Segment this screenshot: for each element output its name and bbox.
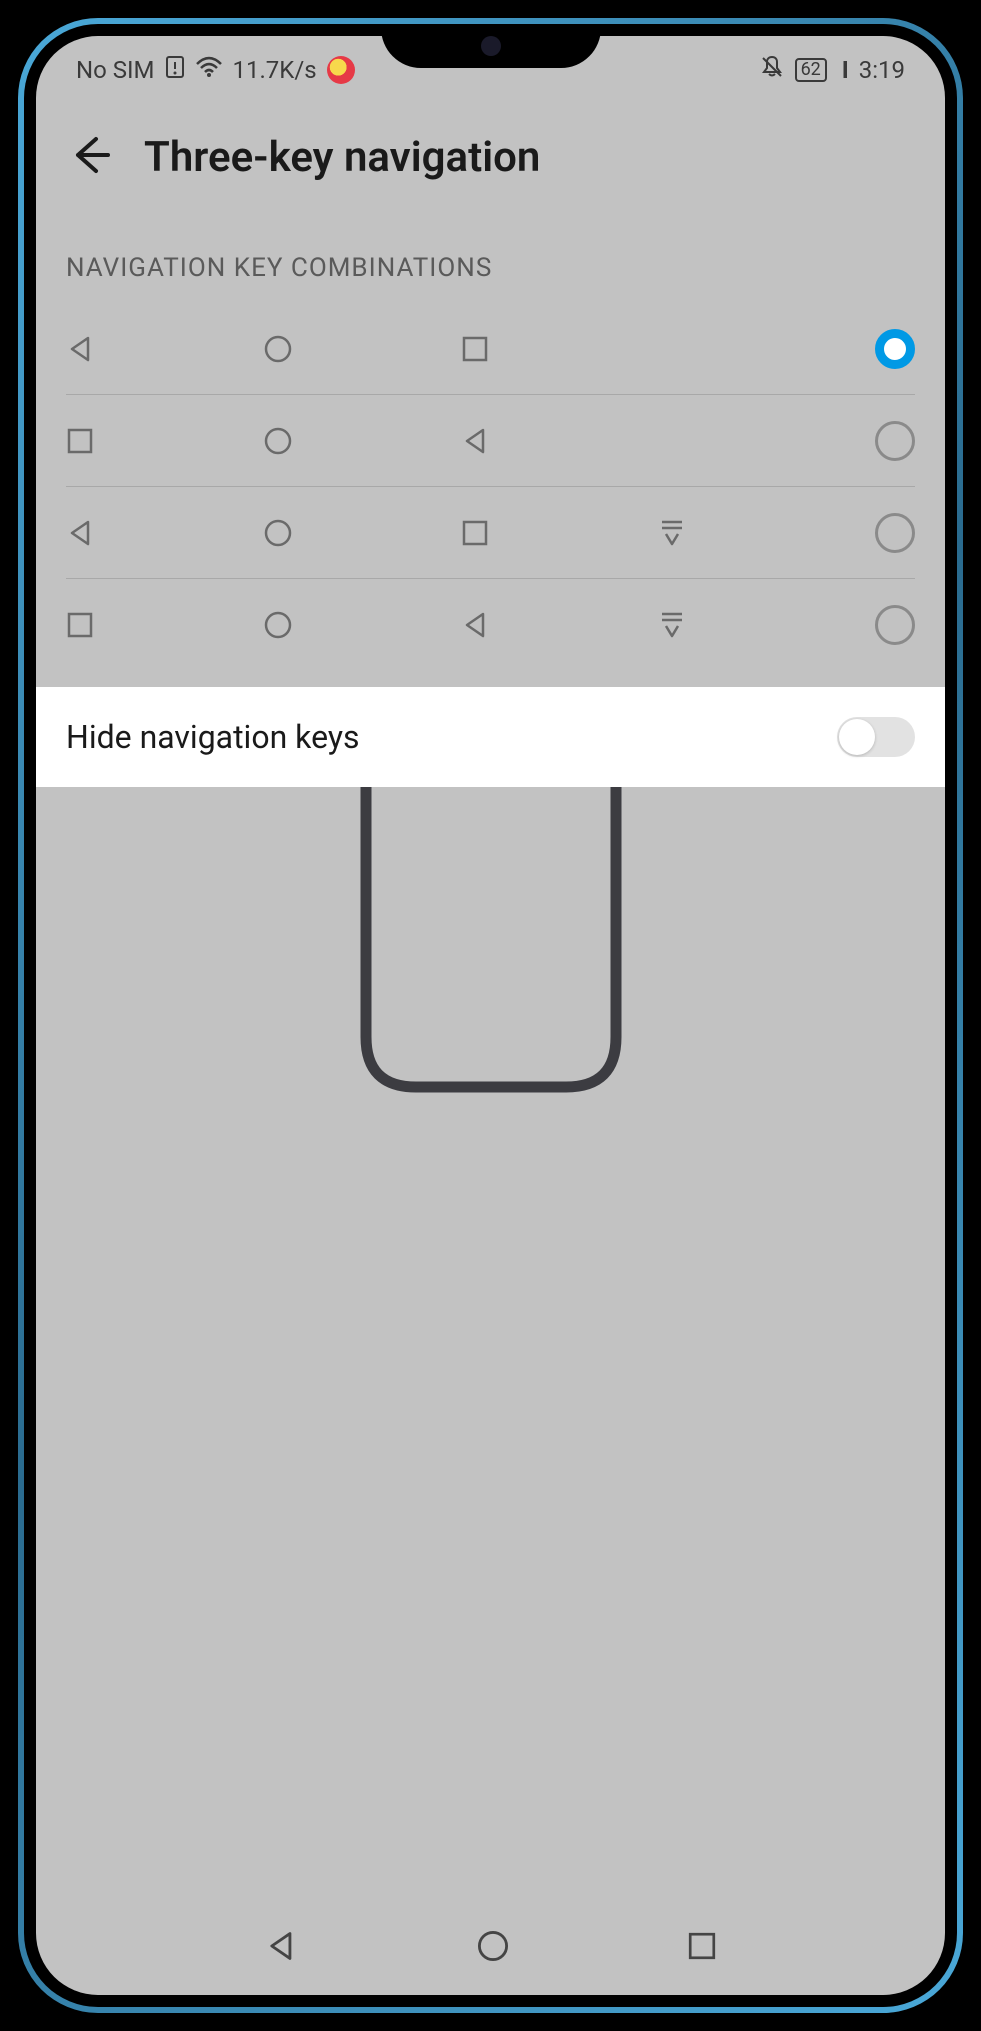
home-key-icon — [263, 426, 460, 456]
radio-option-4[interactable] — [875, 605, 915, 645]
phone-bezel-outer: No SIM 11.7K/s 62 — [18, 18, 963, 2013]
system-back-button[interactable] — [265, 1929, 299, 1967]
sim-alert-icon — [165, 55, 185, 85]
nav-option-row-2[interactable] — [66, 395, 915, 487]
phone-bezel-inner: No SIM 11.7K/s 62 — [24, 24, 957, 2007]
status-left: No SIM 11.7K/s — [76, 55, 355, 85]
back-key-icon — [66, 518, 263, 548]
battery-level: 62 — [795, 58, 827, 82]
hide-nav-toggle[interactable] — [837, 717, 915, 757]
network-speed: 11.7K/s — [233, 56, 317, 84]
nav-preview-illustration — [36, 787, 945, 1117]
nav-key-options — [36, 303, 945, 671]
nav-option-row-1[interactable] — [66, 303, 915, 395]
home-key-icon — [263, 518, 460, 548]
system-recent-button[interactable] — [687, 1931, 717, 1965]
home-key-icon — [263, 334, 460, 364]
clock: 3:19 — [859, 56, 905, 84]
nav-option-row-4[interactable] — [66, 579, 915, 671]
home-key-icon — [263, 610, 460, 640]
sim-status: No SIM — [76, 56, 155, 84]
recent-key-icon — [461, 519, 658, 547]
app-header: Three-key navigation — [36, 91, 945, 213]
toggle-knob — [839, 719, 875, 755]
phone-frame: No SIM 11.7K/s 62 — [0, 0, 981, 2031]
screen: No SIM 11.7K/s 62 — [36, 36, 945, 1995]
recent-key-icon — [66, 611, 263, 639]
back-button[interactable] — [66, 131, 114, 183]
weibo-icon — [327, 56, 355, 84]
nav-option-row-3[interactable] — [66, 487, 915, 579]
hide-nav-row: Hide navigation keys — [36, 687, 945, 787]
notification-key-icon — [658, 518, 855, 548]
wifi-icon — [195, 56, 223, 84]
radio-option-1[interactable] — [875, 329, 915, 369]
radio-option-3[interactable] — [875, 513, 915, 553]
radio-option-2[interactable] — [875, 421, 915, 461]
status-right: 62 I 3:19 — [759, 54, 905, 86]
section-label: NAVIGATION KEY COMBINATIONS — [36, 213, 945, 303]
notification-key-icon — [658, 610, 855, 640]
page-title: Three-key navigation — [144, 133, 540, 182]
mute-icon — [759, 54, 785, 86]
recent-key-icon — [461, 335, 658, 363]
recent-key-icon — [66, 427, 263, 455]
hide-nav-label: Hide navigation keys — [66, 718, 360, 756]
back-key-icon — [66, 334, 263, 364]
back-key-icon — [461, 426, 658, 456]
battery-tip: I — [837, 56, 849, 84]
notch — [381, 24, 601, 68]
back-key-icon — [461, 610, 658, 640]
system-nav-bar — [36, 1929, 945, 1967]
system-home-button[interactable] — [476, 1929, 510, 1967]
